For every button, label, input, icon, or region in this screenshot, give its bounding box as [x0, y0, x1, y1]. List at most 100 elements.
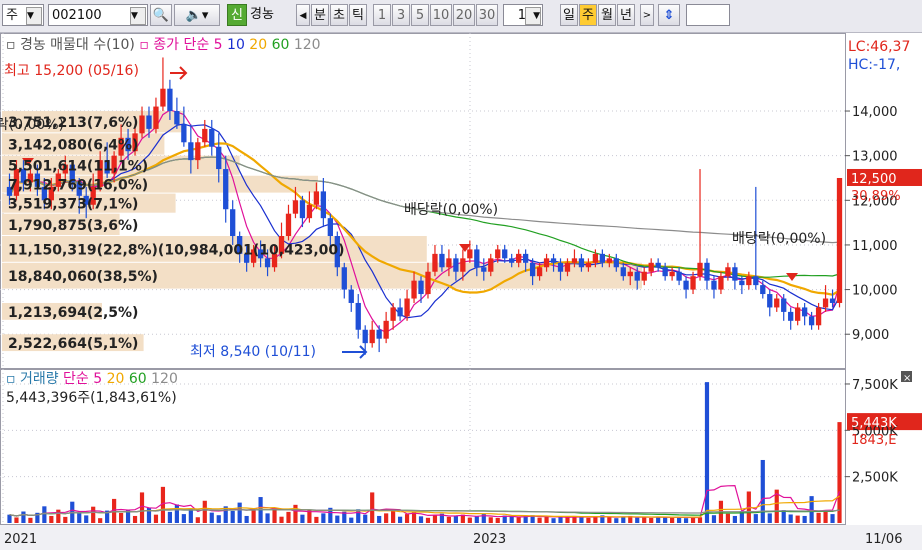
volume-bar	[697, 517, 703, 523]
candle-body	[795, 307, 801, 321]
unit-day[interactable]: 일	[560, 4, 578, 26]
market-select[interactable]: 주 ▼	[2, 4, 44, 26]
volume-bar	[265, 513, 270, 523]
volume-bar	[767, 513, 772, 523]
search-button[interactable]: 🔍	[150, 4, 172, 26]
interval-5[interactable]: 5	[411, 4, 429, 26]
volume-bar	[153, 514, 159, 523]
last-ratio-label: 1843,E	[851, 433, 896, 448]
unit-year[interactable]: 년	[617, 4, 635, 26]
interval-3[interactable]: 3	[392, 4, 410, 26]
volume-bar	[795, 515, 800, 523]
period-tick[interactable]: 틱	[349, 4, 367, 26]
volume-bar	[404, 514, 410, 523]
volume-profile-label: 18,840,060(38,5%)	[8, 269, 158, 285]
candle-body	[223, 169, 229, 210]
candle-body	[153, 106, 159, 129]
new-badge: 신	[227, 4, 247, 26]
unit-week[interactable]: 주	[579, 4, 597, 26]
candle-body	[522, 253, 529, 263]
up-down-icon[interactable]: ⇕	[658, 4, 680, 26]
search-icon: 🔍	[152, 8, 170, 23]
chevron-down-icon[interactable]: ▼	[130, 7, 146, 25]
candle-body	[292, 200, 299, 214]
candle-body	[446, 258, 452, 268]
candle-body	[571, 258, 578, 263]
candle-body	[383, 320, 389, 339]
price-tick-label: 11,000	[852, 239, 898, 254]
unit-month[interactable]: 월	[598, 4, 616, 26]
volume-bar	[509, 516, 514, 523]
candle-body	[348, 289, 354, 303]
last-price-label: 12,500	[851, 172, 897, 187]
sound-button[interactable]: 🔈▾	[174, 4, 220, 26]
count-select[interactable]: 1 ▼	[503, 4, 543, 26]
volume-bar	[56, 509, 61, 523]
volume-profile-label: 3,142,080(6,4%)	[8, 138, 138, 154]
prev-arrow-icon[interactable]: ◀	[296, 4, 310, 26]
volume-value-label: 5,443,396주(1,843,61%)	[6, 390, 177, 406]
volume-bar	[614, 518, 619, 523]
volume-bar	[7, 514, 12, 523]
candle-body	[481, 267, 487, 272]
candle-body	[648, 262, 654, 272]
volume-bar	[711, 515, 717, 523]
volume-bar	[91, 506, 96, 523]
candle-body	[362, 329, 368, 344]
candle-body	[536, 267, 543, 277]
interval-20[interactable]: 20	[453, 4, 475, 26]
volume-bar	[28, 517, 33, 523]
volume-bar	[300, 514, 305, 523]
period-minute[interactable]: 분	[311, 4, 329, 26]
chevron-down-icon[interactable]: ▼	[26, 7, 42, 25]
candle-body	[627, 271, 633, 277]
speaker-icon: 🔈▾	[185, 8, 209, 23]
candle-body	[439, 253, 445, 268]
extra-input[interactable]	[686, 4, 730, 26]
volume-bar	[823, 511, 828, 523]
stock-name: 경농	[250, 7, 274, 22]
volume-bar	[230, 510, 235, 523]
volume-bar	[446, 516, 452, 523]
candle-body	[299, 200, 306, 219]
candle-body	[662, 267, 668, 277]
candle-body	[732, 267, 738, 281]
candle-body	[767, 294, 773, 308]
interval-30[interactable]: 30	[476, 4, 498, 26]
candle-body	[676, 271, 682, 281]
volume-legend: ▫ 거래량 단순 5 20 60 120	[6, 371, 178, 387]
candle-body	[550, 258, 557, 263]
code-input[interactable]: 002100 ▼	[48, 4, 148, 26]
candle-body	[181, 124, 187, 143]
candle-body	[808, 316, 815, 326]
candle-body	[564, 262, 571, 272]
volume-bar	[788, 514, 793, 523]
volume-bar	[84, 515, 89, 523]
candle-body	[230, 209, 236, 237]
volume-bar	[732, 515, 737, 523]
next-arrow-icon[interactable]: >	[640, 4, 654, 26]
interval-1[interactable]: 1	[373, 4, 391, 26]
candle-body	[509, 258, 515, 263]
interval-10[interactable]: 10	[430, 4, 452, 26]
candle-body	[327, 218, 333, 237]
volume-bar	[391, 510, 396, 523]
volume-bar	[607, 517, 612, 523]
candle-body	[801, 307, 808, 317]
candle-body	[411, 280, 417, 299]
period-second[interactable]: 초	[330, 4, 348, 26]
candle-body	[760, 285, 766, 295]
low-arrow-icon	[342, 345, 368, 359]
volume-bar	[467, 517, 472, 523]
volume-bar	[663, 517, 668, 523]
candle-body	[655, 262, 661, 268]
chevron-down-icon[interactable]: ▼	[525, 7, 541, 25]
dividend-marker-icon	[786, 273, 798, 281]
x-axis-label: 2021	[4, 532, 37, 547]
volume-bar	[453, 515, 458, 523]
volume-bar	[49, 515, 54, 523]
low-annotation: 최저 8,540 (10/11)	[190, 344, 316, 360]
volume-bar	[293, 504, 298, 523]
candle-body	[543, 258, 550, 268]
candle-body	[815, 307, 822, 326]
